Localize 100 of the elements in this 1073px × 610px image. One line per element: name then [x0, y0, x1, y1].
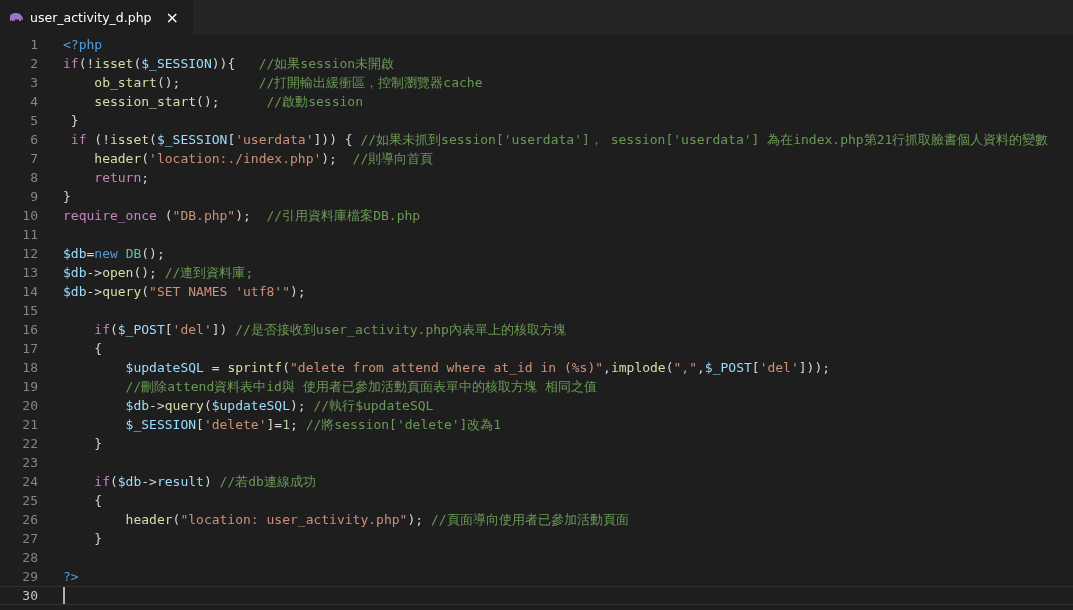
code-comment: //如果session未開啟 [258, 54, 395, 73]
code-comment: //刪除attend資料表中id與 使用者已參加活動頁面表單中的核取方塊 相同之值 [124, 377, 597, 396]
code-text: ( [665, 360, 674, 375]
code-comment: //若db連線成功 [219, 472, 316, 491]
php-tag: <?php [63, 37, 103, 52]
string-literal: 'delete' [203, 417, 267, 432]
close-button[interactable]: × [163, 8, 181, 27]
function-name: header [93, 151, 142, 166]
variable: $_SESSION [141, 56, 212, 71]
code-text: ])); [798, 360, 831, 375]
code-comment: //打開輸出緩衝區，控制瀏覽器cache [258, 73, 483, 92]
code-text: -> [149, 398, 165, 413]
keyword: require_once [63, 208, 157, 223]
code-text: -> [86, 265, 103, 280]
number-literal: 1 [282, 417, 290, 432]
code-comment: //頁面導向使用者已參加活動頁面 [430, 510, 629, 529]
code-text: { [93, 341, 103, 356]
file-tab[interactable]: user_activity_d.php × [0, 0, 193, 35]
line-number: 24 [21, 474, 38, 489]
line-number: 4 [29, 94, 38, 109]
code-comment: //啟動session [266, 92, 363, 111]
line-number: 27 [21, 531, 38, 546]
code-text: ); [235, 208, 252, 223]
string-literal: 'location:./index.php' [149, 151, 322, 166]
function-name: query [164, 398, 204, 413]
code-text: [ [227, 132, 236, 147]
code-text: ( [282, 360, 290, 375]
code-text: (); [133, 265, 158, 280]
function-name: isset [109, 132, 150, 147]
text-cursor [63, 587, 65, 604]
code-text: = [86, 246, 95, 261]
code-text: ; [290, 417, 299, 432]
variable: $_SESSION [156, 132, 228, 147]
keyword: return [93, 170, 142, 185]
line-number: 2 [29, 56, 38, 71]
code-comment: //執行$updateSQL [313, 396, 434, 415]
class-name: DB [125, 246, 142, 261]
keyword: if [93, 474, 110, 489]
code-text: ( [163, 208, 173, 223]
function-name: isset [94, 56, 134, 71]
code-text: { [93, 493, 103, 508]
string-literal: "location: user_activity.php" [180, 512, 408, 527]
code-text: ( [149, 132, 157, 147]
code-text: , [697, 360, 705, 375]
code-text: ( [109, 474, 118, 489]
function-name: header [124, 512, 173, 527]
line-number: 20 [21, 398, 38, 413]
line-number: 7 [29, 151, 38, 166]
string-literal: "DB.php" [172, 208, 236, 223]
line-number: 23 [21, 455, 38, 470]
code-comment: //引用資料庫檔案DB.php [266, 206, 421, 225]
code-text: ( [172, 512, 181, 527]
php-tag: ?> [63, 569, 79, 584]
code-text: (); [156, 75, 182, 90]
code-text: [ [196, 417, 204, 432]
line-number: 29 [21, 569, 38, 584]
function-name: implode [610, 360, 666, 375]
function-name: sprintf [227, 360, 283, 375]
line-number: 25 [21, 493, 38, 508]
keyword: if [93, 322, 110, 337]
line-number: 1 [29, 37, 38, 52]
function-name: open [102, 265, 134, 280]
string-literal: "delete from attend where at_id in (%s)" [290, 360, 604, 375]
line-number: 16 [21, 322, 38, 337]
variable: $updateSQL [211, 398, 290, 413]
code-text: ); [290, 284, 306, 299]
code-text: -> [86, 284, 103, 299]
keyword: if [63, 56, 79, 71]
line-number: 8 [29, 170, 38, 185]
line-number: 10 [21, 208, 38, 223]
line-number: 18 [21, 360, 38, 375]
function-name: ob_start [93, 75, 157, 90]
variable: $db [124, 398, 150, 413]
code-comment: //是否接收到user_activity.php內表單上的核取方塊 [235, 320, 566, 339]
code-text: -> [141, 474, 157, 489]
code-text: ); [290, 398, 307, 413]
variable: $_POST [117, 322, 165, 337]
code-text: ]= [266, 417, 283, 432]
string-literal: 'del' [172, 322, 212, 337]
line-number: 5 [29, 113, 38, 128]
code-text: [ [751, 360, 760, 375]
code-text: } [93, 436, 103, 451]
variable: result [156, 474, 204, 489]
code-text: (); [196, 94, 221, 109]
code-comment: //連到資料庫; [164, 263, 254, 282]
variable: $db [63, 284, 87, 299]
variable: $_POST [704, 360, 752, 375]
variable: $db [63, 246, 87, 261]
code-text: ) [203, 474, 213, 489]
code-text: } [63, 189, 71, 204]
code-text: )){ [211, 56, 237, 71]
function-name: session_start [93, 94, 197, 109]
line-number: 17 [21, 341, 38, 356]
code-text: ); [321, 151, 338, 166]
line-number: 12 [21, 246, 38, 261]
line-number: 3 [29, 75, 38, 90]
variable: $_SESSION [124, 417, 197, 432]
keyword: if [69, 132, 87, 147]
line-number: 30 [21, 588, 38, 603]
function-name: query [102, 284, 142, 299]
